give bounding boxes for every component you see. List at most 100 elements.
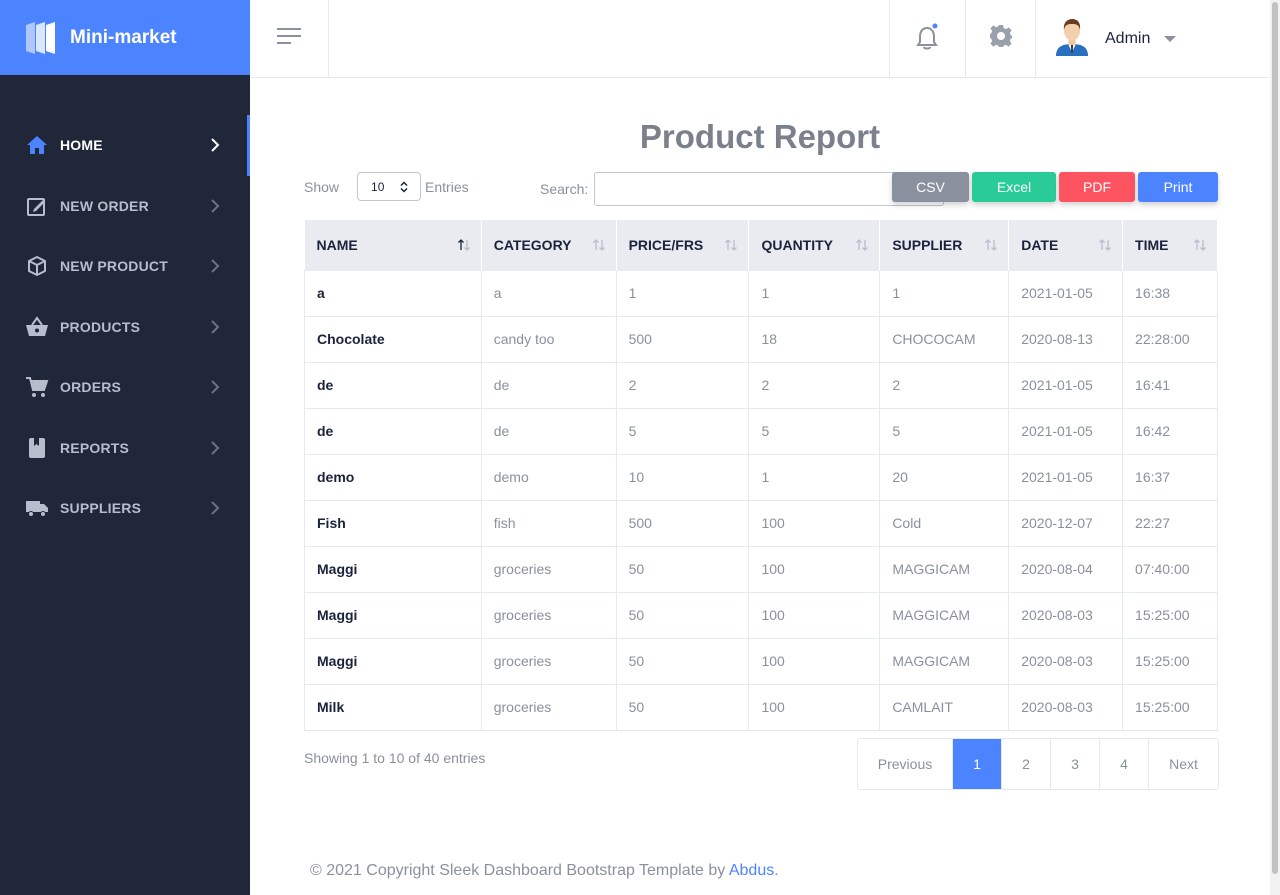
- table-cell: 20: [879, 453, 1010, 501]
- sidebar-toggle-button[interactable]: [250, 0, 329, 77]
- footer-text: © 2021 Copyright Sleek Dashboard Bootstr…: [310, 862, 729, 879]
- table-cell: 1: [748, 269, 881, 317]
- column-header[interactable]: PRICE/FRS: [616, 220, 750, 270]
- table-cell: demo: [304, 453, 482, 501]
- table-cell: Maggi: [304, 637, 482, 685]
- menu-icon: [276, 27, 302, 50]
- table-cell: 2: [879, 361, 1010, 409]
- table-cell: 18: [748, 315, 881, 363]
- page-4-button[interactable]: 4: [1100, 739, 1149, 789]
- table-cell: groceries: [480, 545, 617, 593]
- table-cell: 16:37: [1122, 453, 1218, 501]
- table-cell: 100: [748, 545, 881, 593]
- chevron-right-icon: [210, 259, 220, 273]
- table-cell: 2020-08-03: [1008, 591, 1124, 639]
- table-cell: 100: [748, 683, 881, 731]
- table-cell: 50: [615, 683, 750, 731]
- table-cell: 2: [748, 361, 881, 409]
- table-cell: 500: [615, 499, 750, 547]
- page-2-button[interactable]: 2: [1002, 739, 1051, 789]
- table-cell: a: [304, 269, 482, 317]
- column-header[interactable]: NAME: [304, 220, 482, 270]
- table-cell: groceries: [480, 637, 617, 685]
- table-cell: 2020-08-03: [1008, 637, 1124, 685]
- print-button[interactable]: Print: [1138, 172, 1218, 202]
- cart-icon: [25, 375, 49, 399]
- brand[interactable]: Mini-market: [0, 0, 250, 75]
- table-cell: MAGGICAM: [879, 637, 1010, 685]
- page-1-button[interactable]: 1: [953, 739, 1002, 789]
- footer-author-link[interactable]: Abdus: [729, 862, 774, 879]
- table-cell: 1: [748, 453, 881, 501]
- select-arrows-icon: [400, 181, 408, 193]
- avatar: [1052, 16, 1092, 61]
- sort-icon: [592, 238, 606, 252]
- column-header-label: SUPPLIER: [892, 236, 963, 253]
- table-cell: Maggi: [304, 545, 482, 593]
- gear-icon: [989, 24, 1013, 53]
- column-header-label: QUANTITY: [761, 236, 834, 253]
- user-menu[interactable]: Admin: [1035, 0, 1270, 77]
- sidebar-item-label: PRODUCTS: [60, 318, 141, 335]
- column-header[interactable]: CATEGORY: [481, 220, 617, 270]
- sort-icon: [984, 238, 998, 252]
- table-cell: 5: [879, 407, 1010, 455]
- sidebar-item-label: NEW ORDER: [60, 197, 149, 214]
- csv-button[interactable]: CSV: [892, 172, 969, 202]
- search-control: Search:: [540, 172, 945, 206]
- sidebar-item-products[interactable]: PRODUCTS: [0, 297, 250, 358]
- brand-logo-icon: [24, 21, 56, 55]
- column-header[interactable]: QUANTITY: [748, 220, 881, 270]
- excel-button[interactable]: Excel: [972, 172, 1056, 202]
- table-cell: 50: [615, 637, 750, 685]
- sidebar-item-label: ORDERS: [60, 379, 122, 396]
- table-cell: fish: [480, 499, 617, 547]
- table-header-row: NAME CATEGORY PRICE/FRS QUANTITY SUPPLIER DAT…: [304, 220, 1218, 270]
- page-scrollbar[interactable]: [1270, 0, 1280, 895]
- previous-page-button[interactable]: Previous: [858, 739, 953, 789]
- brand-name: Mini-market: [70, 26, 177, 48]
- column-header[interactable]: TIME: [1122, 220, 1218, 270]
- notifications-button[interactable]: [889, 0, 966, 77]
- table-cell: 5: [615, 407, 750, 455]
- sidebar-item-orders[interactable]: ORDERS: [0, 357, 250, 418]
- table-cell: 22:28:00: [1122, 315, 1218, 363]
- next-page-button[interactable]: Next: [1149, 739, 1218, 789]
- chevron-right-icon: [210, 441, 220, 455]
- chevron-right-icon: [210, 320, 220, 334]
- table-cell: 16:38: [1122, 269, 1218, 317]
- column-header[interactable]: SUPPLIER: [879, 220, 1010, 270]
- footer: © 2021 Copyright Sleek Dashboard Bootstr…: [310, 862, 779, 880]
- column-header[interactable]: DATE: [1008, 220, 1124, 270]
- footer-suffix: .: [774, 862, 779, 879]
- entries-length-select[interactable]: 10: [357, 172, 422, 201]
- show-label: Show: [304, 178, 340, 195]
- sidebar-item-home[interactable]: HOME: [0, 115, 250, 176]
- table-cell: MAGGICAM: [879, 545, 1010, 593]
- table-cell: groceries: [480, 591, 617, 639]
- table-cell: Fish: [304, 499, 482, 547]
- column-header-label: TIME: [1135, 236, 1169, 253]
- page-3-button[interactable]: 3: [1051, 739, 1100, 789]
- sidebar-item-new-order[interactable]: NEW ORDER: [0, 176, 250, 237]
- table-cell: 2020-12-07: [1008, 499, 1124, 547]
- sort-icon: [1193, 238, 1207, 252]
- sort-icon: [855, 238, 869, 252]
- length-value: 10: [371, 179, 385, 194]
- sidebar-item-suppliers[interactable]: SUPPLIERS: [0, 478, 250, 539]
- entries-label: Entries: [425, 178, 469, 195]
- table-cell: 1: [879, 269, 1010, 317]
- table-cell: groceries: [480, 683, 617, 731]
- pdf-button[interactable]: PDF: [1059, 172, 1135, 202]
- table-row: a a 1 1 1 2021-01-05 16:38: [304, 269, 1218, 317]
- settings-button[interactable]: [965, 0, 1036, 77]
- sidebar-item-reports[interactable]: REPORTS: [0, 418, 250, 479]
- table-body: a a 1 1 1 2021-01-05 16:38 Chocolate candy too 50…: [304, 269, 1218, 731]
- table-cell: 2020-08-13: [1008, 315, 1124, 363]
- table-cell: 100: [748, 499, 881, 547]
- scrollbar-thumb[interactable]: [1272, 2, 1278, 874]
- length-control: Show 10 Entries: [304, 172, 469, 201]
- table-cell: de: [480, 407, 617, 455]
- sidebar-item-new-product[interactable]: NEW PRODUCT: [0, 236, 250, 297]
- table-cell: 2: [615, 361, 750, 409]
